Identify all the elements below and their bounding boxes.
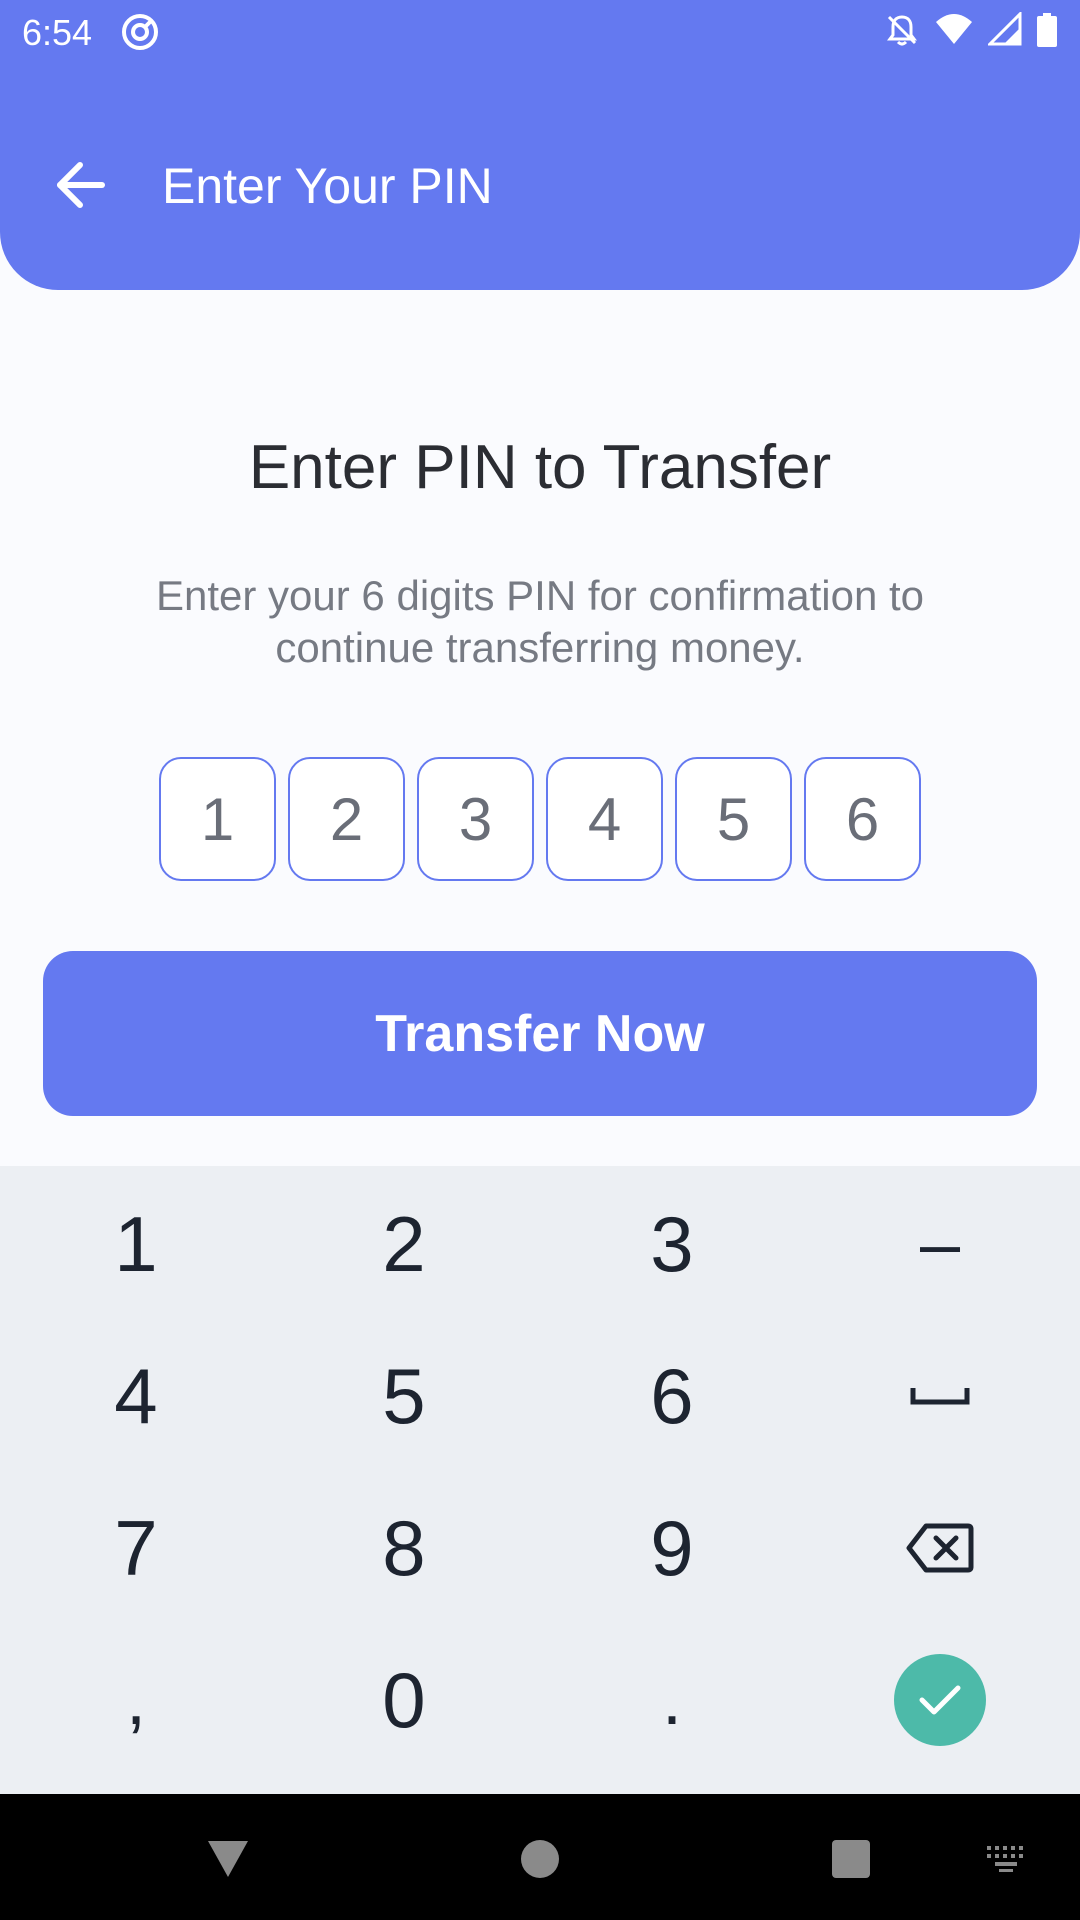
status-bar: 6:54 xyxy=(0,0,1080,64)
key-2[interactable]: 2 xyxy=(270,1168,538,1320)
arrow-back-icon xyxy=(57,162,105,208)
numeric-keyboard: 1 2 3 – 4 5 6 7 8 9 , 0 . xyxy=(0,1166,1080,1794)
key-1[interactable]: 1 xyxy=(2,1168,270,1320)
keyboard-icon xyxy=(987,1846,1023,1872)
status-icons xyxy=(884,12,1058,48)
key-dash[interactable]: – xyxy=(806,1168,1074,1320)
triangle-back-icon xyxy=(208,1841,248,1877)
notifications-off-icon xyxy=(884,12,920,48)
key-confirm[interactable] xyxy=(806,1624,1074,1776)
pin-input-group: 1 2 3 4 5 6 xyxy=(159,757,921,881)
pin-digit-field[interactable]: 3 xyxy=(417,757,534,881)
transfer-now-button[interactable]: Transfer Now xyxy=(43,951,1037,1116)
section-description: Enter your 6 digits PIN for confirmation… xyxy=(156,572,924,671)
nav-back-button[interactable] xyxy=(193,1824,263,1894)
key-6[interactable]: 6 xyxy=(538,1320,806,1472)
check-icon xyxy=(919,1685,961,1715)
app-bar: 6:54 Enter Your PIN xyxy=(0,0,1080,290)
status-time: 6:54 xyxy=(22,12,93,53)
battery-icon xyxy=(1036,12,1058,48)
home-circle-icon xyxy=(521,1840,559,1878)
key-3[interactable]: 3 xyxy=(538,1168,806,1320)
key-4[interactable]: 4 xyxy=(2,1320,270,1472)
key-period[interactable]: . xyxy=(538,1624,806,1776)
key-8[interactable]: 8 xyxy=(270,1472,538,1624)
pin-digit-field[interactable]: 5 xyxy=(675,757,792,881)
nav-home-button[interactable] xyxy=(505,1824,575,1894)
key-7[interactable]: 7 xyxy=(2,1472,270,1624)
pin-digit-field[interactable]: 6 xyxy=(804,757,921,881)
key-9[interactable]: 9 xyxy=(538,1472,806,1624)
space-icon xyxy=(910,1388,970,1405)
key-comma[interactable]: , xyxy=(2,1624,270,1776)
pin-digit-field[interactable]: 4 xyxy=(546,757,663,881)
page-title: Enter Your PIN xyxy=(162,158,493,214)
recents-square-icon xyxy=(832,1840,870,1878)
back-button[interactable] xyxy=(50,155,110,215)
key-space[interactable] xyxy=(806,1320,1074,1472)
wifi-icon xyxy=(934,12,974,48)
cell-signal-icon xyxy=(988,12,1022,48)
key-0[interactable]: 0 xyxy=(270,1624,538,1776)
nav-keyboard-button[interactable] xyxy=(972,1824,1042,1894)
pin-digit-field[interactable]: 2 xyxy=(288,757,405,881)
nav-recents-button[interactable] xyxy=(816,1824,886,1894)
key-backspace[interactable] xyxy=(806,1472,1074,1624)
pin-digit-field[interactable]: 1 xyxy=(159,757,276,881)
backspace-icon xyxy=(906,1523,974,1573)
key-5[interactable]: 5 xyxy=(270,1320,538,1472)
system-navigation-bar xyxy=(0,1794,1080,1920)
confirm-circle xyxy=(894,1654,986,1746)
section-heading: Enter PIN to Transfer xyxy=(248,433,832,502)
app-notification-icon xyxy=(120,12,160,52)
